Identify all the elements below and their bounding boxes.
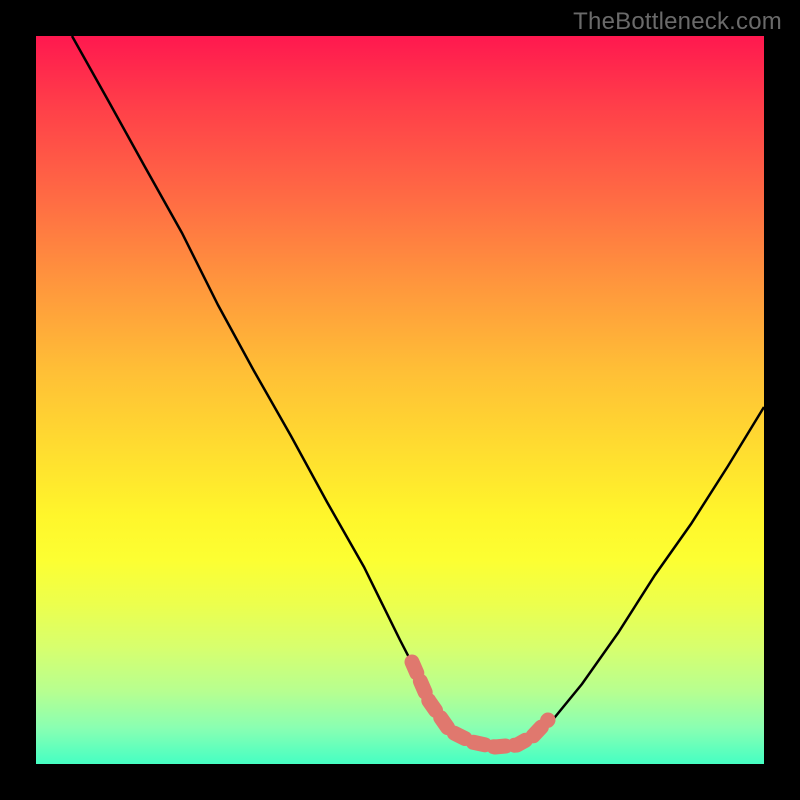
- chart-panel: [36, 36, 764, 764]
- bottleneck-curve: [36, 36, 764, 764]
- optimum-band: [412, 662, 548, 747]
- watermark-text: TheBottleneck.com: [573, 8, 782, 36]
- curve-path: [72, 36, 764, 749]
